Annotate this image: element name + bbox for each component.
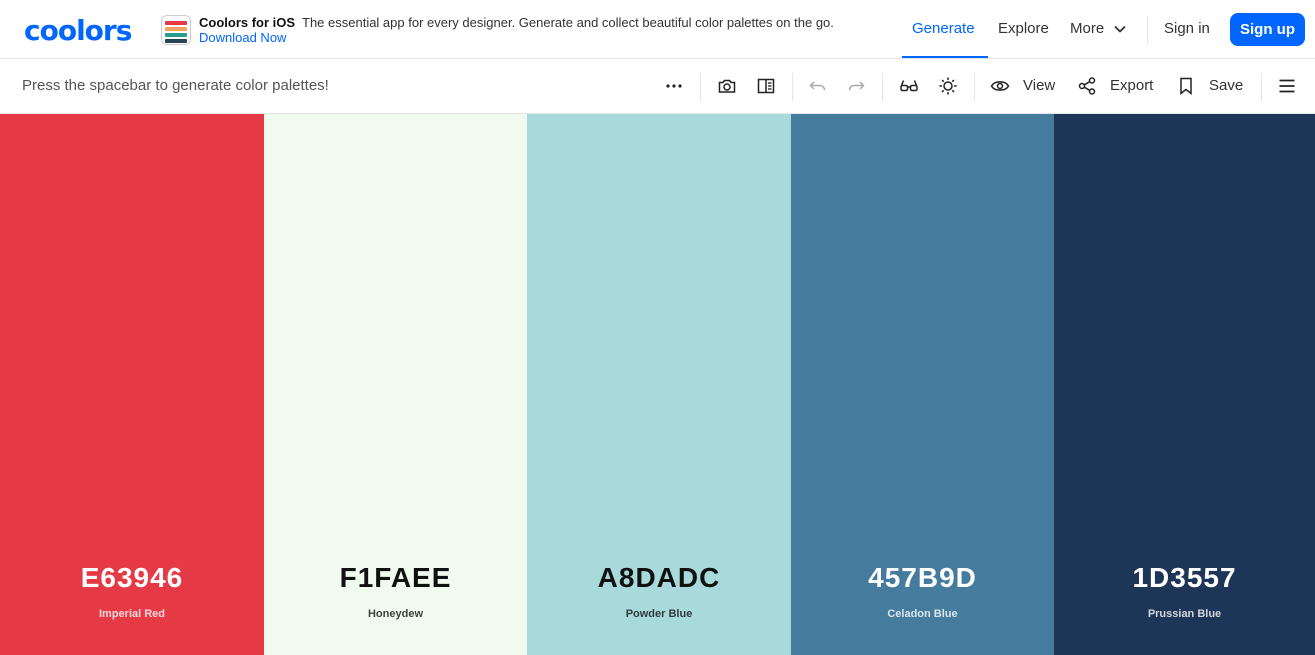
redo-icon[interactable] [845, 75, 867, 97]
save-button[interactable]: Save [1209, 77, 1243, 94]
camera-icon[interactable] [716, 75, 738, 97]
swatch-color-name[interactable]: Powder Blue [527, 608, 791, 620]
nav-active-indicator [902, 56, 988, 58]
color-palette: E63946 Imperial Red F1FAEE Honeydew A8DADC Po… [0, 114, 1315, 655]
toolbar-divider [1261, 73, 1262, 101]
eye-icon[interactable] [989, 75, 1011, 97]
promo-title: Coolors for iOS [199, 15, 296, 30]
chevron-down-icon [1114, 22, 1126, 36]
toolbar-divider [974, 73, 975, 101]
toolbar-divider [882, 73, 883, 101]
swatch-hex-code[interactable]: 457B9D [791, 562, 1054, 594]
more-dots-icon[interactable] [663, 75, 685, 97]
swatch-hex-code[interactable]: E63946 [0, 562, 264, 594]
share-icon[interactable] [1076, 75, 1098, 97]
sign-in-link[interactable]: Sign in [1164, 20, 1210, 37]
swatch-hex-code[interactable]: A8DADC [527, 562, 791, 594]
brightness-icon[interactable] [937, 75, 959, 97]
top-nav: coolors Coolors for iOS The essential ap… [0, 0, 1315, 59]
swatch-color-name[interactable]: Imperial Red [0, 608, 264, 620]
layout-icon[interactable] [755, 75, 777, 97]
toolbar-divider [700, 73, 701, 101]
promo-description: The essential app for every designer. Ge… [302, 15, 834, 30]
bookmark-icon[interactable] [1175, 75, 1197, 97]
undo-icon[interactable] [807, 75, 829, 97]
nav-generate[interactable]: Generate [912, 20, 975, 37]
glasses-icon[interactable] [898, 75, 920, 97]
swatch-hex-code[interactable]: F1FAEE [264, 562, 527, 594]
color-swatch[interactable]: 1D3557 Prussian Blue [1054, 114, 1315, 655]
toolbar: Press the spacebar to generate color pal… [0, 59, 1315, 114]
color-swatch[interactable]: A8DADC Powder Blue [527, 114, 791, 655]
swatch-hex-code[interactable]: 1D3557 [1054, 562, 1315, 594]
swatch-color-name[interactable]: Prussian Blue [1054, 608, 1315, 620]
coolors-logo[interactable]: coolors [24, 14, 132, 47]
ios-app-thumbnail[interactable] [161, 15, 191, 45]
toolbar-divider [792, 73, 793, 101]
color-swatch[interactable]: F1FAEE Honeydew [264, 114, 527, 655]
nav-more[interactable]: More [1070, 20, 1126, 37]
color-swatch[interactable]: 457B9D Celadon Blue [791, 114, 1054, 655]
spacebar-hint: Press the spacebar to generate color pal… [22, 77, 329, 94]
export-button[interactable]: Export [1110, 77, 1153, 94]
sign-up-button[interactable]: Sign up [1230, 13, 1305, 46]
download-now-link[interactable]: Download Now [199, 30, 286, 45]
nav-divider [1147, 16, 1148, 44]
swatch-color-name[interactable]: Celadon Blue [791, 608, 1054, 620]
nav-explore[interactable]: Explore [998, 20, 1049, 37]
nav-more-label: More [1070, 20, 1105, 37]
view-button[interactable]: View [1023, 77, 1055, 94]
hamburger-icon[interactable] [1276, 75, 1298, 97]
color-swatch[interactable]: E63946 Imperial Red [0, 114, 264, 655]
swatch-color-name[interactable]: Honeydew [264, 608, 527, 620]
